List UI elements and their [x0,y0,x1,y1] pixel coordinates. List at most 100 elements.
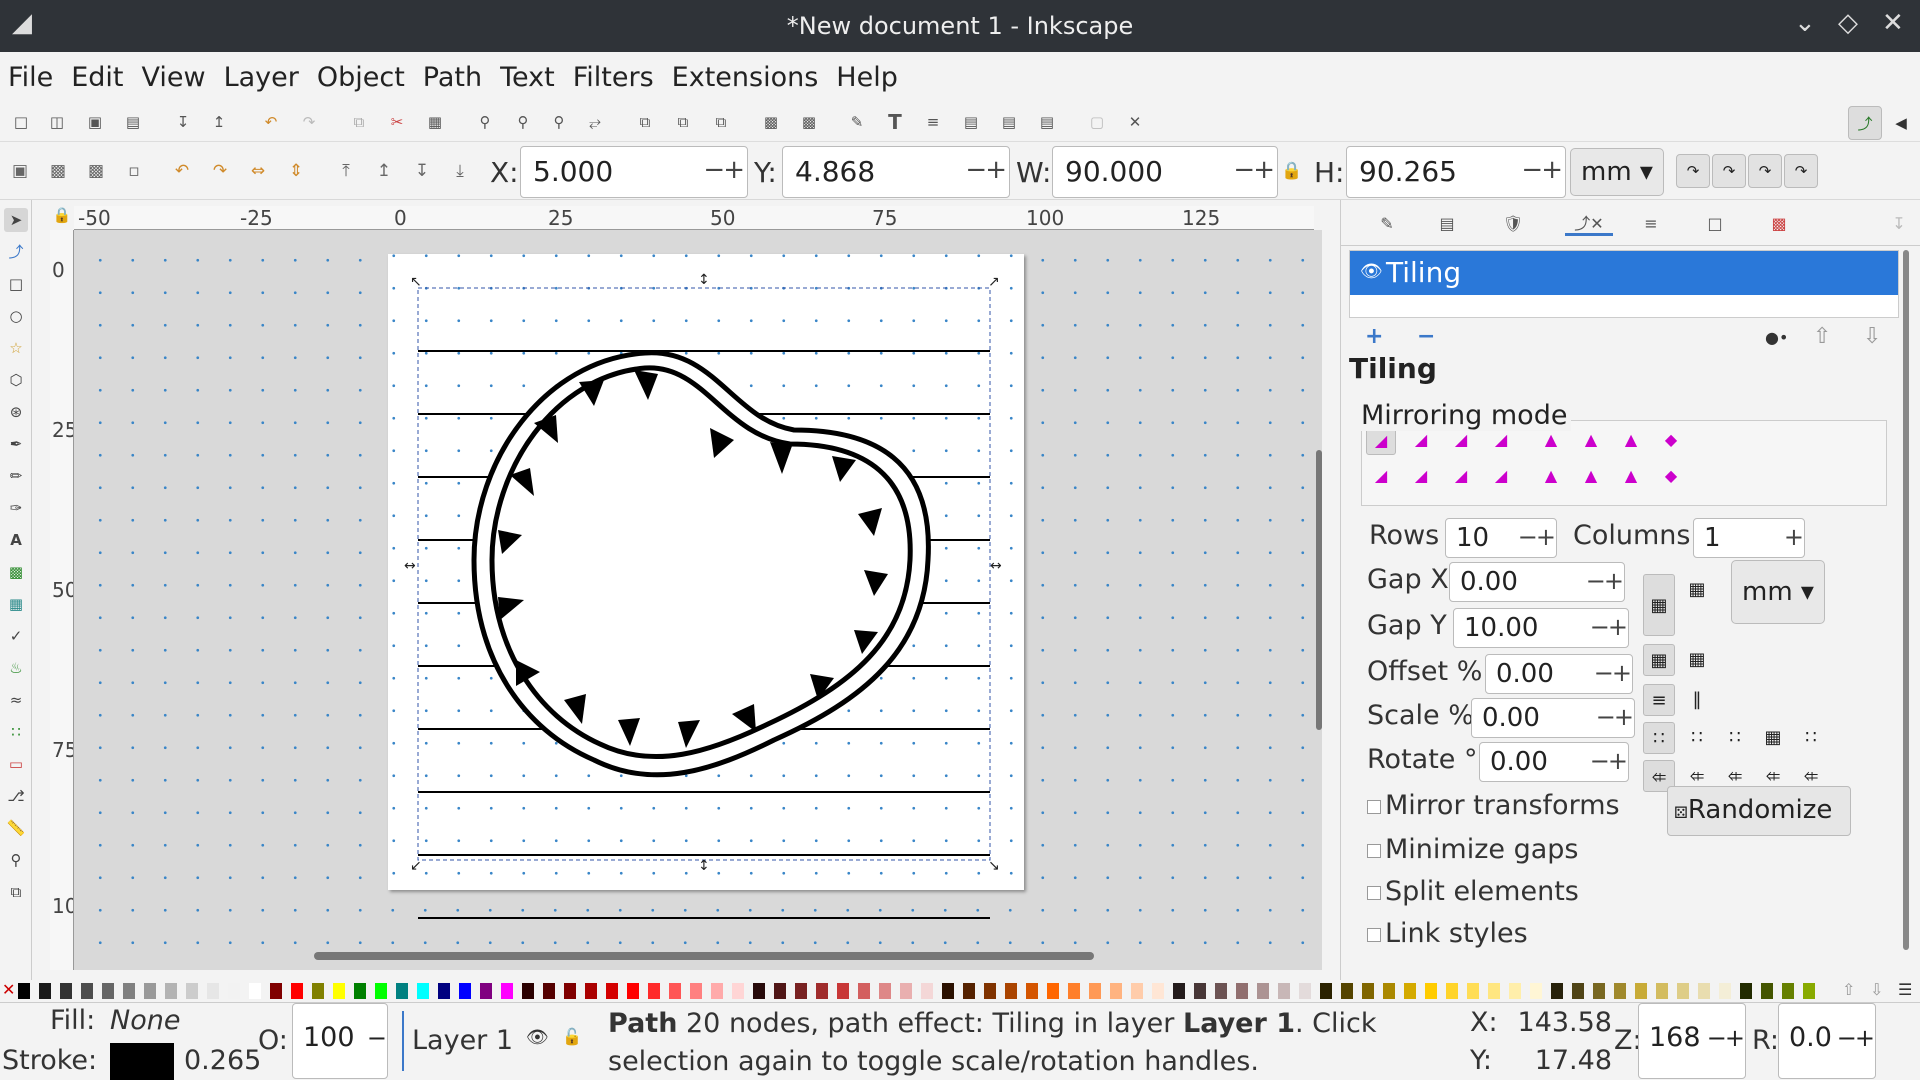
palette-swatch[interactable] [984,983,996,999]
palette-swatch[interactable] [417,983,429,999]
palette-swatch[interactable] [1152,983,1164,999]
rotate-ccw-icon[interactable]: ↶ [170,159,194,183]
snap-toggle-icon[interactable]: ⤴ [1848,106,1882,140]
palette-scroll-down-icon[interactable]: ⇩ [1870,980,1883,999]
palette-swatch[interactable] [522,983,534,999]
gap-link-icon[interactable]: ▦ [1643,574,1675,636]
menu-layer[interactable]: Layer [224,62,299,93]
move-up-icon[interactable]: ⇧ [1813,324,1831,349]
document-tab-icon[interactable]: 🛡 [1501,212,1525,236]
handle-bottom-icon[interactable]: ↕ [698,858,710,874]
w-spinbox[interactable]: 90.000 −+ [1052,146,1278,198]
raise-icon[interactable]: ↥ [372,159,396,183]
palette-swatch[interactable] [1026,983,1038,999]
h-stepper-icon[interactable]: −+ [1521,155,1563,185]
pencil-tool-icon[interactable]: ✏ [4,464,28,488]
connector-tool-icon[interactable]: ⎇ [4,784,28,808]
w-stepper-icon[interactable]: −+ [1233,155,1275,185]
scale-spinbox[interactable]: 0.00 −+ [1471,698,1635,738]
palette-swatch[interactable] [732,983,744,999]
find-icon[interactable]: ▤ [998,111,1020,133]
palette-swatch[interactable] [1803,983,1815,999]
star-tool-icon[interactable]: ☆ [4,336,28,360]
spiral-tool-icon[interactable]: ⊛ [4,400,28,424]
palette-swatch[interactable] [1677,983,1689,999]
import-icon[interactable]: ↧ [172,111,194,133]
mirror-mode-11-icon[interactable]: ◢ [1446,461,1476,491]
export-tab-icon[interactable]: □ [1703,212,1727,236]
mirror-mode-10-icon[interactable]: ◢ [1406,461,1436,491]
palette-swatch[interactable] [480,983,492,999]
opacity-stepper-icon[interactable]: − [367,1024,387,1052]
palette-swatch[interactable] [312,983,324,999]
fill-stroke-icon[interactable]: ✎ [846,111,868,133]
duplicate-icon[interactable]: ⧉ [634,111,656,133]
copy-icon[interactable]: ⧉ [348,111,370,133]
3d-box-tool-icon[interactable]: ⬡ [4,368,28,392]
gap-y-stepper-icon[interactable]: −+ [1590,613,1628,641]
palette-swatch[interactable] [207,983,219,999]
handle-right-icon[interactable]: ↔ [990,558,1002,574]
horizontal-scrollbar[interactable] [314,952,1094,960]
fill-stroke-tab-icon[interactable]: ✎ [1375,212,1399,236]
checkbox-box[interactable] [1367,885,1381,900]
rectangle-tool-icon[interactable]: □ [4,272,28,296]
scale-mode-1-icon[interactable]: ∷ [1643,722,1675,754]
palette-swatch[interactable] [1341,983,1353,999]
opacity-spinbox[interactable]: 100 − [292,1003,388,1079]
palette-swatch[interactable] [1089,983,1101,999]
palette-swatch[interactable] [1215,983,1227,999]
palette-swatch[interactable] [459,983,471,999]
mirror-mode-14-icon[interactable]: ▲ [1576,461,1606,491]
handle-bottom-left-icon[interactable]: ↙ [410,858,422,874]
zoom-spinbox[interactable]: 168 −+ [1638,1003,1746,1079]
zoom-tool-icon[interactable]: ⚲ [4,848,28,872]
palette-swatch[interactable] [270,983,282,999]
palette-swatch[interactable] [690,983,702,999]
scale-stroke-icon[interactable]: ↷ [1676,154,1710,188]
menu-filters[interactable]: Filters [573,62,654,93]
transform-patterns-icon[interactable]: ↷ [1784,154,1818,188]
randomize-button[interactable]: ⚄Randomize [1667,786,1851,836]
handle-top-left-icon[interactable]: ↖ [410,274,422,290]
path-effects-tab-icon[interactable]: ⤴✕ [1565,212,1613,236]
palette-swatch[interactable] [1656,983,1668,999]
menu-path[interactable]: Path [423,62,482,93]
palette-swatch[interactable] [1236,983,1248,999]
palette-swatch[interactable] [1467,983,1479,999]
lower-icon[interactable]: ↧ [410,159,434,183]
ungroup-icon[interactable]: ▩ [798,111,820,133]
menu-help[interactable]: Help [836,62,898,93]
document-properties-icon[interactable]: ▢ [1086,111,1108,133]
checkbox-box[interactable] [1367,799,1381,814]
align-distribute-icon[interactable]: ▤ [1036,111,1058,133]
palette-swatch[interactable] [375,983,387,999]
split-elements-checkbox[interactable]: Split elements [1367,876,1579,907]
clone-icon[interactable]: ⧉ [672,111,694,133]
y-spinbox[interactable]: 4.868 −+ [782,146,1010,198]
palette-swatch[interactable] [1761,983,1773,999]
rotate-cw-icon[interactable]: ↷ [208,159,232,183]
scale-mode-2-icon[interactable]: ∷ [1681,722,1713,754]
scale-stepper-icon[interactable]: −+ [1596,703,1634,731]
rows-spinbox[interactable]: 10 −+ [1445,518,1557,558]
rows-stepper-icon[interactable]: −+ [1518,523,1556,551]
effect-item-tiling[interactable]: 👁 Tiling [1350,251,1898,295]
palette-swatch[interactable] [333,983,345,999]
selector-tool-icon[interactable]: ➤ [4,208,28,232]
menu-view[interactable]: View [141,62,205,93]
gap-x-stepper-icon[interactable]: −+ [1586,567,1624,595]
canvas[interactable]: ↖ ↕ ↗ ↔ ↔ ↙ ↕ ↘ [74,230,1322,970]
paint-bucket-tool-icon[interactable]: ♨ [4,656,28,680]
handle-top-icon[interactable]: ↕ [698,272,710,288]
deselect-icon[interactable]: ▩ [84,159,108,183]
palette-swatch[interactable] [228,983,240,999]
palette-swatch[interactable] [900,983,912,999]
mirror-mode-9-icon[interactable]: ◢ [1366,461,1396,491]
paste-icon[interactable]: ▦ [424,111,446,133]
no-paint-icon[interactable]: ✕ [2,980,15,999]
offset-rows-icon[interactable]: ▦ [1643,644,1675,676]
calligraphy-tool-icon[interactable]: ✑ [4,496,28,520]
drawing[interactable]: ↖ ↕ ↗ ↔ ↔ ↙ ↕ ↘ [74,230,1322,970]
palette-swatch[interactable] [1488,983,1500,999]
